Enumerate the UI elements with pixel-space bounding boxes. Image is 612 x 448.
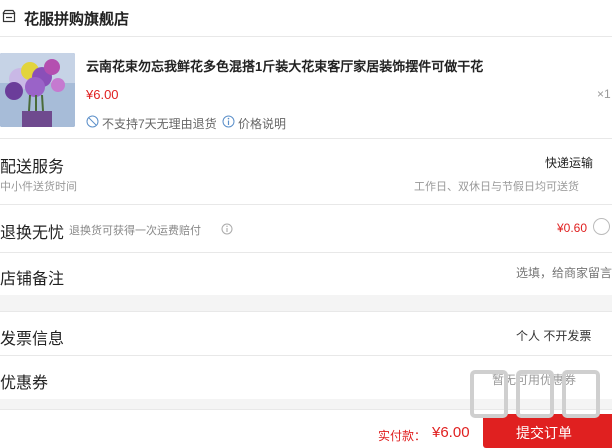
invoice-value: 个人 不开发票	[516, 329, 592, 343]
shop-header[interactable]: 花服拼购旗舰店	[0, 0, 612, 36]
delivery-sub: 中小件送货时间	[0, 181, 77, 193]
product-title[interactable]: 云南花束勿忘我鲜花多色混搭1斤装大花束客厅家居装饰摆件可做干花	[86, 56, 483, 75]
coupon-row[interactable]: 优惠券 暂无可用优惠券	[0, 356, 612, 399]
submit-order-label: 提交订单	[516, 425, 572, 441]
delivery-time: 工作日、双休日与节假日均可送货	[414, 181, 579, 193]
return-desc: 退换货可获得一次运费赔付	[69, 225, 201, 237]
return-row[interactable]: 退换无忧 退换货可获得一次运费赔付 ¥0.60	[0, 205, 612, 252]
shop-note-input[interactable]	[430, 263, 612, 283]
footer-bar: 实付款： ¥6.00 提交订单	[0, 410, 612, 448]
invoice-label: 发票信息	[0, 331, 65, 348]
return-checkbox[interactable]	[593, 218, 610, 235]
no-return-label: 不支持7天无理由退货	[102, 117, 217, 131]
delivery-label: 配送服务	[0, 159, 65, 176]
shop-note-label: 店铺备注	[0, 271, 65, 288]
product-card[interactable]: 云南花束勿忘我鲜花多色混搭1斤装大花束客厅家居装饰摆件可做干花 ¥6.00 ×1…	[0, 37, 612, 137]
product-quantity: ×1	[597, 87, 611, 101]
return-price: ¥0.60	[557, 221, 588, 235]
store-icon	[2, 9, 16, 23]
product-price: ¥6.00	[86, 87, 119, 102]
info-icon[interactable]	[222, 115, 235, 128]
price-info-link[interactable]: 价格说明	[238, 115, 286, 132]
invoice-row[interactable]: 发票信息 个人 不开发票	[0, 312, 612, 355]
total-amount: ¥6.00	[432, 424, 470, 441]
no-return-icon	[86, 115, 99, 128]
delivery-row[interactable]: 配送服务 中小件送货时间 快递运输 工作日、双休日与节假日均可送货	[0, 139, 612, 204]
coupon-value: 暂无可用优惠券	[492, 373, 577, 387]
info-icon[interactable]	[221, 222, 233, 235]
delivery-method: 快递运输	[545, 156, 594, 170]
product-thumbnail[interactable]	[0, 53, 75, 127]
coupon-label: 优惠券	[0, 375, 49, 392]
shop-name: 花服拼购旗舰店	[24, 11, 130, 28]
shop-note-row[interactable]: 店铺备注	[0, 253, 612, 295]
return-label: 退换无忧	[0, 225, 65, 242]
total-label: 实付款：	[378, 429, 427, 443]
